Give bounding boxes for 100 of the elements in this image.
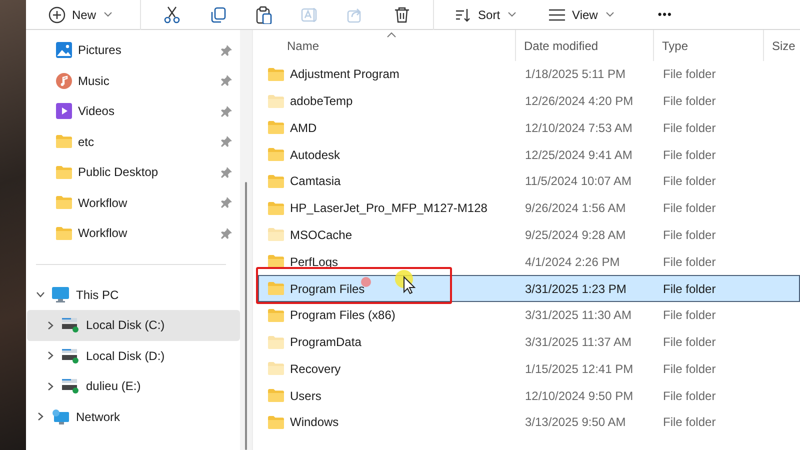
plus-circle-icon — [48, 6, 66, 24]
folder-icon — [56, 196, 72, 210]
file-type: File folder — [662, 94, 717, 108]
caret-icon — [508, 12, 516, 17]
chevron-right-icon[interactable] — [46, 382, 55, 391]
folder-icon — [56, 166, 72, 179]
pin-icon[interactable] — [221, 166, 232, 178]
file-type: File folder — [662, 228, 717, 242]
sort-button[interactable]: Sort — [448, 0, 522, 28]
chevron-down-icon[interactable] — [36, 290, 45, 300]
file-row[interactable]: MSOCache 9/25/2024 9:28 AM File folder — [258, 222, 800, 248]
folder-icon — [268, 148, 284, 162]
caret-icon — [104, 12, 112, 17]
date-modified: 12/26/2024 4:20 PM — [524, 94, 634, 108]
file-type: File folder — [662, 308, 717, 322]
file-row[interactable]: HP_LaserJet_Pro_MFP_M127-M128 9/26/2024 1:56 AM File folder — [258, 194, 800, 222]
file-row[interactable]: Camtasia 11/5/2024 10:07 AM File folder — [258, 168, 800, 195]
file-row[interactable]: AMD 12/10/2024 7:53 AM File folder — [258, 114, 800, 142]
pin-icon[interactable] — [221, 44, 232, 56]
music-note-icon — [56, 72, 72, 89]
column-header[interactable]: Type — [654, 30, 764, 61]
chevron-right-icon[interactable] — [46, 351, 55, 360]
pin-icon[interactable] — [221, 106, 232, 117]
file-row[interactable]: Recovery 1/15/2025 12:41 PM File folder — [258, 355, 800, 382]
scrollbar-thumb[interactable] — [245, 182, 247, 450]
column-header[interactable]: Date modified — [516, 30, 654, 61]
file-type: File folder — [662, 415, 717, 430]
sidebar-item[interactable]: Videos — [26, 96, 240, 126]
file-name: adobeTemp — [290, 94, 353, 108]
date-modified: 12/10/2024 9:50 PM — [524, 388, 634, 403]
sidebar-item[interactable]: Public Desktop — [26, 157, 240, 188]
file-name: Recovery — [290, 362, 341, 376]
folder-icon — [268, 308, 284, 322]
date-modified: 12/10/2024 7:53 AM — [524, 120, 634, 135]
file-name: HP_LaserJet_Pro_MFP_M127-M128 — [290, 201, 488, 216]
date-modified: 3/31/2025 1:23 PM — [524, 282, 628, 296]
file-name: Program Files (x86) — [290, 308, 396, 322]
file-name: Adjustment Program — [290, 67, 400, 82]
pin-icon[interactable] — [221, 75, 232, 86]
file-row[interactable]: Autodesk 12/25/2024 9:41 AM File folder — [258, 141, 800, 168]
folder-icon — [268, 68, 284, 81]
video-icon — [56, 103, 72, 120]
file-type: File folder — [662, 282, 717, 296]
folder-icon — [268, 94, 284, 108]
folder-icon — [268, 416, 284, 429]
tree-item[interactable]: Local Disk (C:) — [27, 310, 240, 340]
new-button[interactable]: New — [42, 0, 118, 28]
file-row[interactable]: PerfLogs 4/1/2024 2:26 PM File folder — [258, 248, 800, 276]
file-type: File folder — [662, 388, 717, 403]
file-row[interactable]: adobeTemp 12/26/2024 4:20 PM File folder — [258, 88, 800, 115]
sidebar-item[interactable]: Workflow — [26, 188, 240, 218]
folder-icon — [56, 135, 72, 148]
file-type: File folder — [662, 148, 717, 162]
date-modified: 1/18/2025 5:11 PM — [524, 67, 627, 82]
more-button[interactable]: ••• — [652, 0, 678, 28]
file-row[interactable]: Users 12/10/2024 9:50 PM File folder — [258, 382, 800, 409]
tree-item[interactable]: Network — [27, 402, 240, 432]
trash-icon — [393, 6, 412, 24]
sidebar-item[interactable]: Pictures — [26, 35, 240, 66]
file-row[interactable]: Windows 3/13/2025 9:50 AM File folder — [258, 408, 800, 436]
pin-icon[interactable] — [221, 136, 232, 148]
tree-item[interactable]: Local Disk (D:) — [27, 340, 240, 371]
folder-icon — [56, 226, 72, 240]
date-modified: 3/31/2025 11:37 AM — [524, 335, 633, 350]
file-row[interactable]: ProgramData 3/31/2025 11:37 AM File folder — [258, 328, 800, 356]
folder-icon — [268, 255, 284, 268]
folder-icon — [268, 202, 284, 215]
folder-icon — [268, 174, 284, 188]
copy-icon — [209, 6, 228, 24]
file-name: Users — [290, 388, 322, 403]
chevron-right-icon[interactable] — [46, 320, 55, 330]
file-type: File folder — [662, 174, 717, 188]
file-type: File folder — [662, 201, 717, 216]
file-name: Windows — [290, 415, 339, 430]
date-modified: 12/25/2024 9:41 AM — [524, 148, 634, 162]
column-header[interactable]: Size — [764, 30, 800, 61]
sidebar-item[interactable]: Music — [26, 66, 240, 96]
sidebar-item[interactable]: Workflow — [26, 218, 240, 248]
date-modified: 3/31/2025 11:30 AM — [524, 308, 633, 322]
file-type: File folder — [662, 254, 717, 269]
caret-icon — [606, 12, 614, 17]
date-modified: 9/25/2024 9:28 AM — [524, 228, 627, 242]
file-row[interactable]: Program Files 3/31/2025 1:23 PM File folder — [258, 275, 800, 302]
tree-item[interactable]: This PC — [27, 280, 240, 310]
pin-icon[interactable] — [221, 228, 232, 239]
tree-item[interactable]: dulieu (E:) — [27, 371, 240, 402]
pin-icon[interactable] — [221, 197, 232, 208]
folder-icon — [268, 121, 284, 134]
date-modified: 9/26/2024 1:56 AM — [524, 201, 627, 216]
monitor-icon — [52, 286, 69, 303]
file-name: MSOCache — [290, 228, 352, 242]
file-name: Camtasia — [290, 174, 341, 188]
file-row[interactable]: Program Files (x86) 3/31/2025 11:30 AM File folder — [258, 302, 800, 329]
chevron-right-icon[interactable] — [36, 412, 45, 422]
folder-icon — [268, 336, 284, 349]
view-button[interactable]: View — [542, 0, 620, 28]
sidebar-item[interactable]: etc — [26, 126, 240, 157]
column-header[interactable]: Name — [258, 30, 516, 61]
file-row[interactable]: Adjustment Program 1/18/2025 5:11 PM File folder — [258, 61, 800, 88]
folder-icon — [268, 362, 284, 376]
